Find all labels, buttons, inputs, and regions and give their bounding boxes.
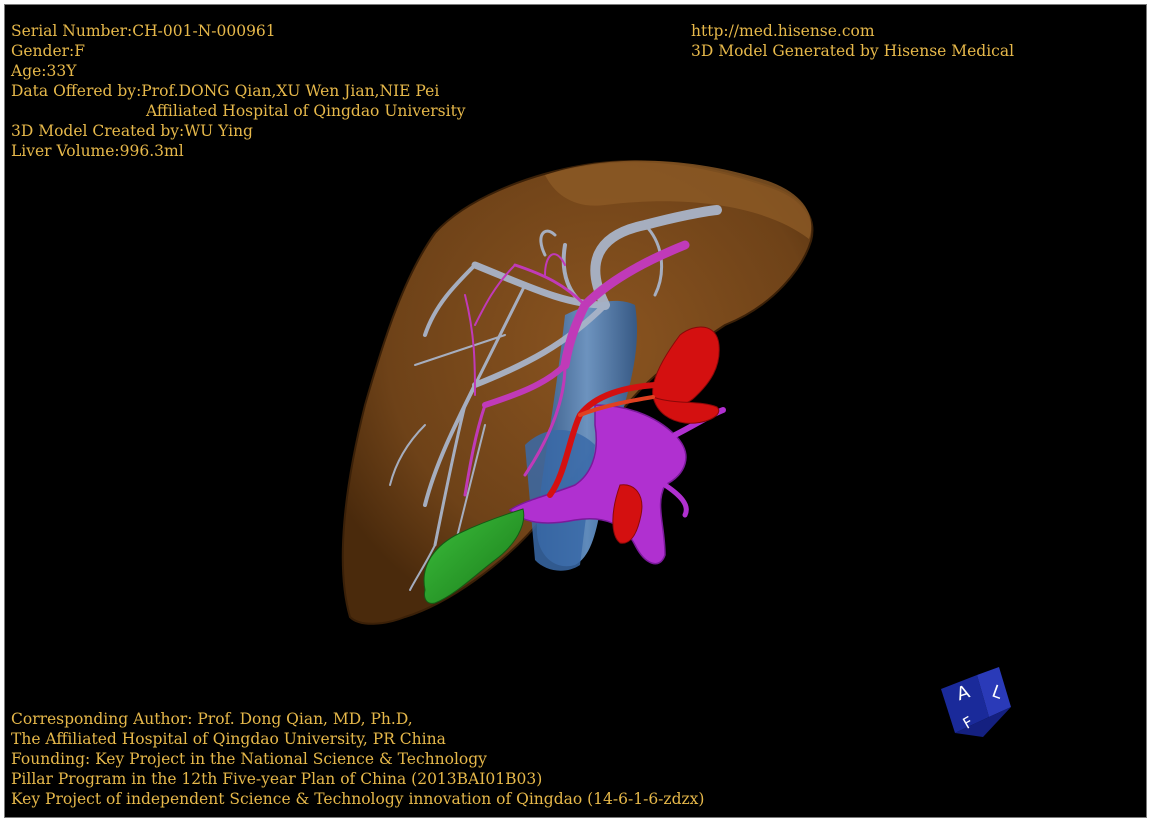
credits-line-qingdao: Key Project of independent Science & Tec… bbox=[11, 790, 705, 808]
gender: Gender:F bbox=[11, 42, 86, 60]
model-created-by: 3D Model Created by:WU Ying bbox=[11, 122, 253, 140]
serial-number: Serial Number:CH-001-N-000961 bbox=[11, 22, 276, 40]
generator-label: 3D Model Generated by Hisense Medical bbox=[691, 42, 1015, 60]
website-url: http://med.hisense.com bbox=[691, 22, 875, 40]
hospital-name: Affiliated Hospital of Qingdao Universit… bbox=[146, 102, 466, 120]
viewer-frame: Serial Number:CH-001-N-000961 Gender:F A… bbox=[4, 4, 1147, 818]
patient-info-panel: Serial Number:CH-001-N-000961 Gender:F A… bbox=[11, 21, 466, 161]
credits-line-hospital: The Affiliated Hospital of Qingdao Unive… bbox=[11, 730, 446, 748]
orientation-cube[interactable]: A L F bbox=[937, 659, 1015, 739]
credits-line-author: Corresponding Author: Prof. Dong Qian, M… bbox=[11, 710, 413, 728]
credits-line-program: Pillar Program in the 12th Five-year Pla… bbox=[11, 770, 543, 788]
credits-line-funding: Founding: Key Project in the National Sc… bbox=[11, 750, 487, 768]
branding-panel: http://med.hisense.com 3D Model Generate… bbox=[691, 21, 1014, 61]
data-offered-by: Data Offered by:Prof.DONG Qian,XU Wen Ji… bbox=[11, 82, 440, 100]
liver-volume: Liver Volume:996.3ml bbox=[11, 142, 184, 160]
portal-vein-branch-lower bbox=[662, 482, 689, 518]
credits-panel: Corresponding Author: Prof. Dong Qian, M… bbox=[11, 709, 704, 809]
age: Age:33Y bbox=[11, 62, 77, 80]
